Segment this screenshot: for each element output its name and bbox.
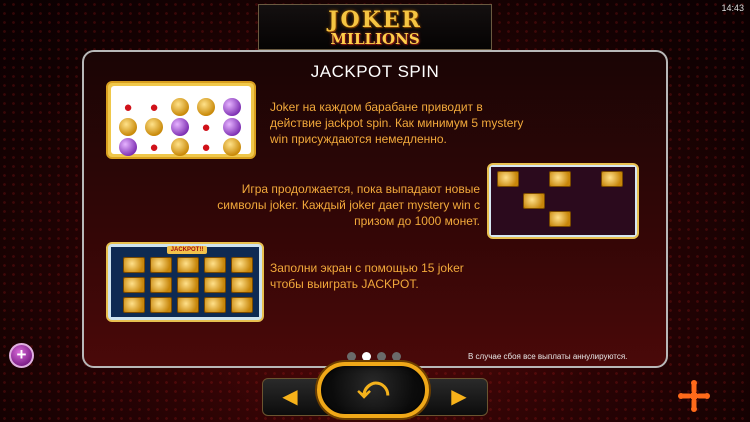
page-title: JACKPOT SPIN xyxy=(310,62,440,81)
joker-symbol-icon xyxy=(145,118,163,136)
thumb-reels-jackpot-trigger: ● ● ● ● ● xyxy=(106,81,256,159)
paragraph-game-continues: Игра продолжается, пока выпадают новые с… xyxy=(217,182,480,228)
cherry-icon: ● xyxy=(201,138,211,156)
malfunction-disclaimer: В случае сбоя все выплаты аннулируются. xyxy=(468,352,628,361)
thumb-jackpot-spin xyxy=(487,163,639,239)
joker-tile-icon xyxy=(123,257,145,273)
joker-tile-icon xyxy=(204,257,226,273)
joker-tile-icon xyxy=(204,277,226,293)
plum-icon xyxy=(223,118,241,136)
cherry-icon: ● xyxy=(149,138,159,156)
joker-tile-icon xyxy=(549,211,571,227)
page-dot[interactable] xyxy=(377,352,386,361)
return-icon[interactable]: ⤺ xyxy=(317,362,429,418)
joker-tile-icon xyxy=(549,171,571,187)
page-dot[interactable] xyxy=(347,352,356,361)
plum-icon xyxy=(171,118,189,136)
joker-tile-icon xyxy=(150,277,172,293)
joker-tile-icon xyxy=(204,297,226,313)
joker-symbol-icon xyxy=(223,138,241,156)
joker-tile-icon xyxy=(231,277,253,293)
thumb-jackpot-banner: JACKPOT!! xyxy=(167,246,207,254)
joker-tile-icon xyxy=(177,257,199,273)
cherry-icon: ● xyxy=(123,98,133,116)
joker-symbol-icon xyxy=(197,98,215,116)
joker-symbol-icon xyxy=(119,118,137,136)
plus-icon[interactable]: + xyxy=(9,343,34,368)
joker-tile-icon xyxy=(177,277,199,293)
paragraph-jackpot-trigger: Joker на каждом барабане приводит в дейс… xyxy=(270,100,524,146)
joker-tile-icon xyxy=(150,257,172,273)
page-dot[interactable] xyxy=(392,352,401,361)
plum-icon xyxy=(223,98,241,116)
arrow-right-icon[interactable]: ▶ xyxy=(445,383,473,411)
page-dot[interactable] xyxy=(362,352,371,361)
joker-tile-icon xyxy=(497,171,519,187)
arrow-left-icon[interactable]: ◀ xyxy=(276,383,304,411)
game-logo: JOKER MILLIONS xyxy=(258,4,492,50)
joker-symbol-icon xyxy=(171,98,189,116)
joker-tile-icon xyxy=(150,297,172,313)
cherry-icon: ● xyxy=(149,98,159,116)
page-indicator xyxy=(347,352,401,361)
yggdrasil-logo-icon xyxy=(678,380,710,412)
clock: 14:43 xyxy=(721,3,744,13)
joker-tile-icon xyxy=(123,297,145,313)
joker-tile-icon xyxy=(123,277,145,293)
plum-icon xyxy=(119,138,137,156)
cherry-icon: ● xyxy=(201,118,211,136)
joker-symbol-icon xyxy=(171,138,189,156)
joker-tile-icon xyxy=(231,257,253,273)
joker-tile-icon xyxy=(231,297,253,313)
thumb-full-screen-jokers: JACKPOT!! xyxy=(106,242,264,322)
joker-tile-icon xyxy=(177,297,199,313)
logo-millions-text: MILLIONS xyxy=(330,30,420,48)
joker-tile-icon xyxy=(523,193,545,209)
paragraph-fill-screen: Заполни экран с помощью 15 joker чтобы в… xyxy=(270,261,464,291)
joker-tile-icon xyxy=(601,171,623,187)
